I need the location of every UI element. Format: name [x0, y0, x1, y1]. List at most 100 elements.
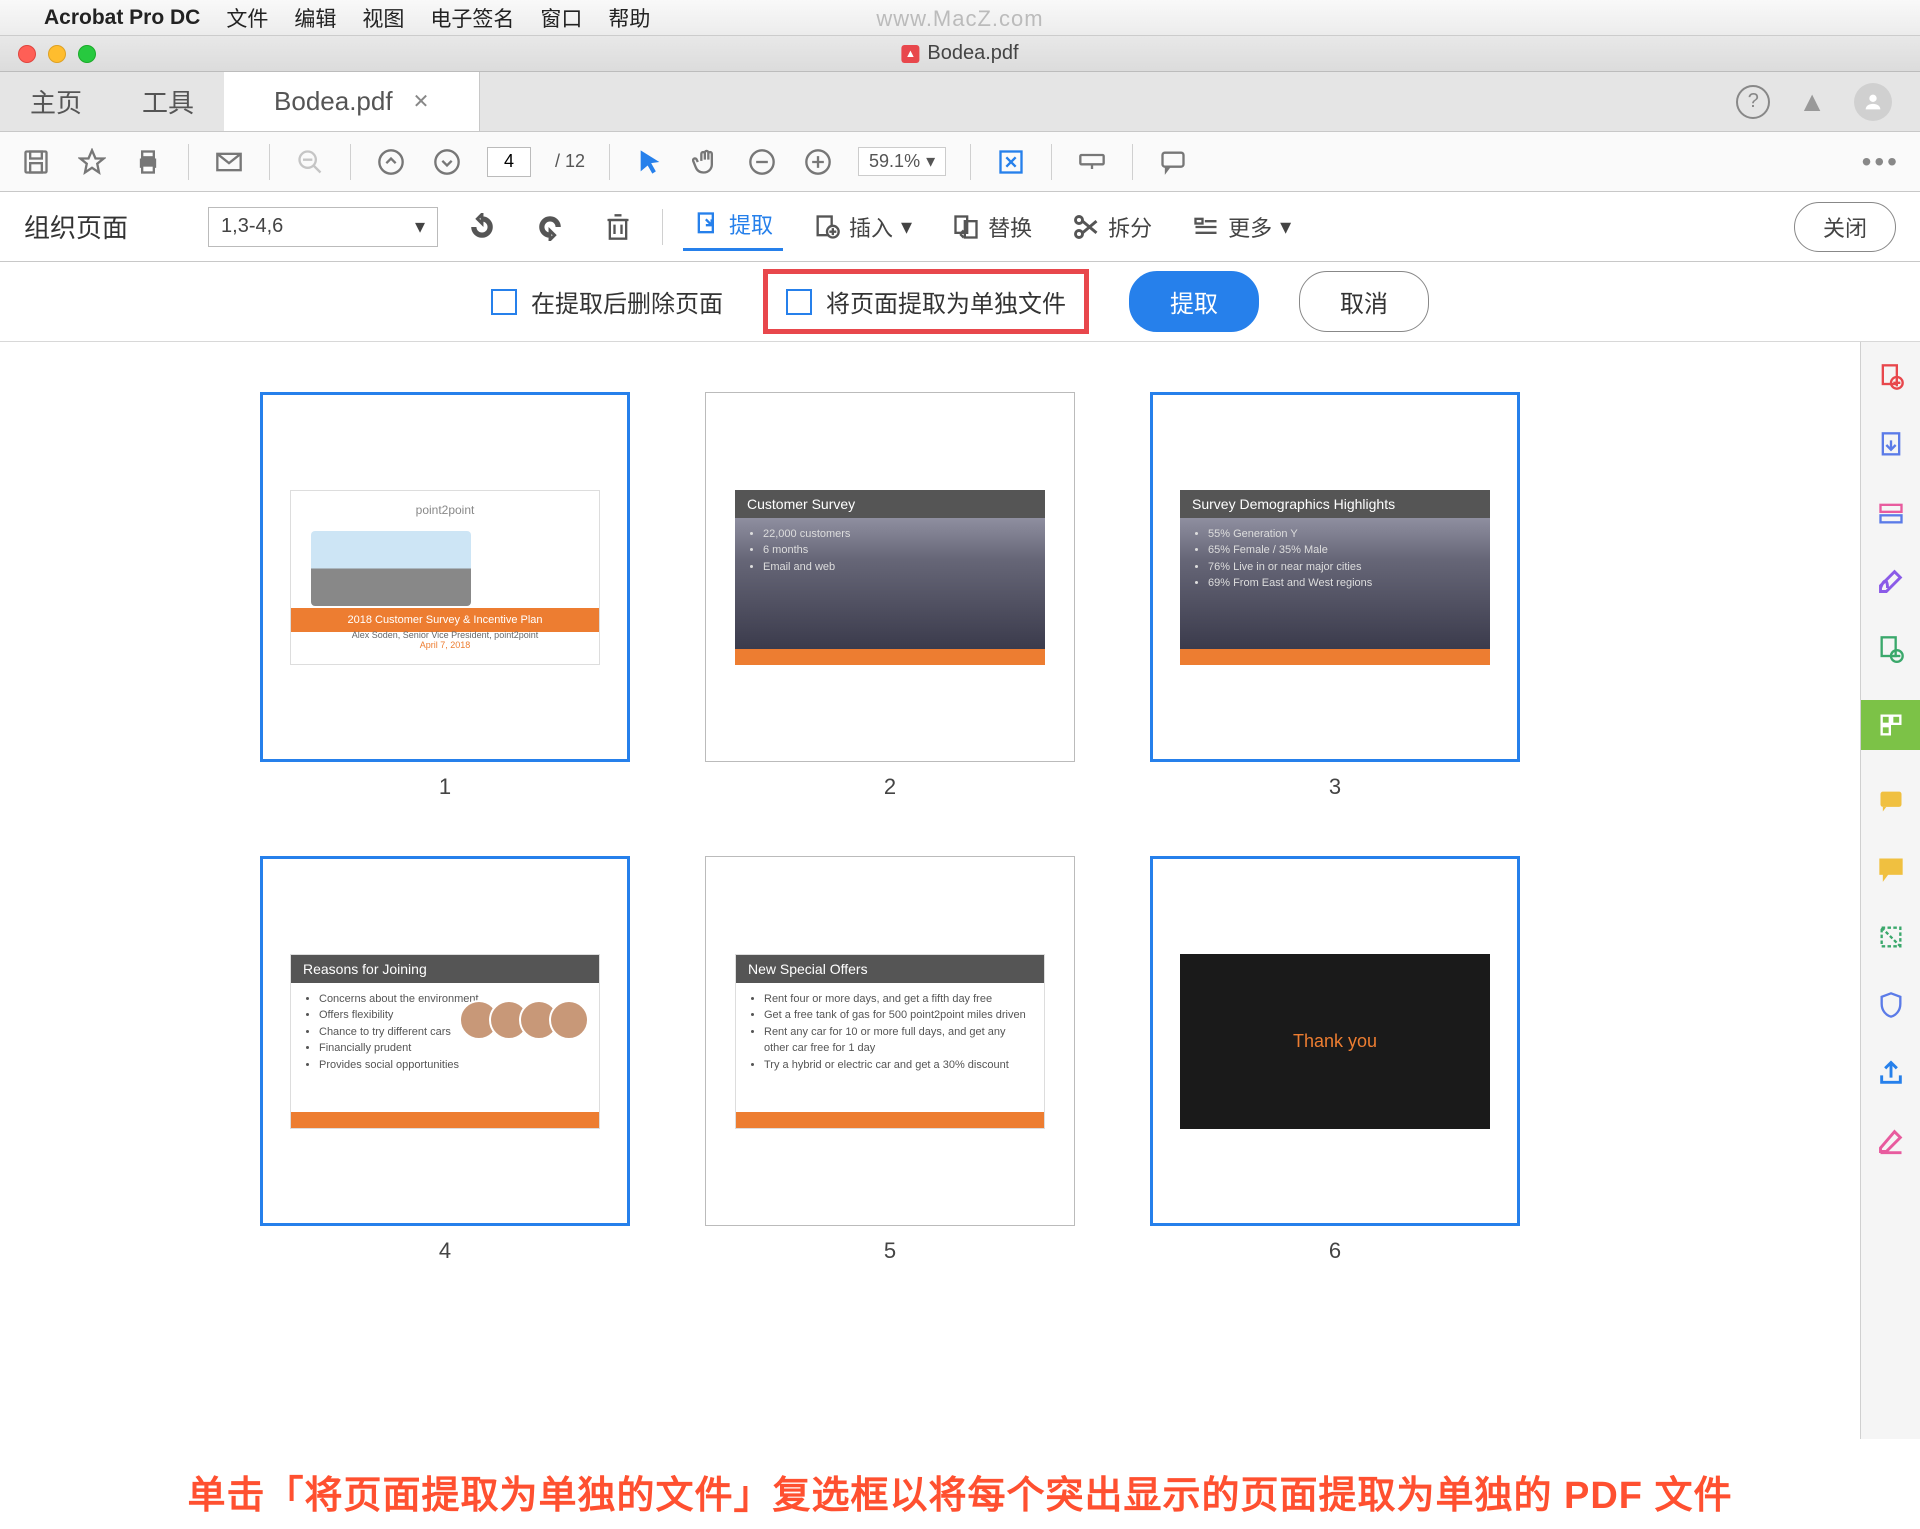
comment-tool-icon[interactable] — [1874, 784, 1908, 818]
menu-help[interactable]: 帮助 — [608, 3, 650, 33]
extract-button[interactable]: 提取 — [683, 202, 783, 251]
window-title-text: ▲ Bodea.pdf — [901, 42, 1018, 65]
star-icon[interactable] — [76, 146, 108, 178]
separator — [1051, 144, 1052, 180]
page-number: 2 — [884, 774, 896, 800]
slide-thankyou: Thank you — [1180, 954, 1490, 1129]
fit-width-icon[interactable] — [995, 146, 1027, 178]
close-panel-button[interactable]: 关闭 — [1794, 202, 1896, 252]
separator — [970, 144, 971, 180]
insert-button[interactable]: 插入▾ — [803, 205, 922, 249]
page-number-input[interactable] — [487, 147, 531, 177]
page-thumbnail-6[interactable]: Thank you — [1150, 856, 1520, 1226]
separator — [662, 209, 663, 245]
split-button[interactable]: 拆分 — [1062, 205, 1162, 249]
page-down-icon[interactable] — [431, 146, 463, 178]
replace-button[interactable]: 替换 — [942, 205, 1042, 249]
page-number: 4 — [439, 1238, 451, 1264]
share-icon[interactable] — [1874, 1056, 1908, 1090]
print-production-icon[interactable] — [1874, 920, 1908, 954]
email-icon[interactable] — [213, 146, 245, 178]
edit-pdf-icon[interactable] — [1874, 496, 1908, 530]
menu-edit[interactable]: 编辑 — [294, 3, 336, 33]
delete-after-extract-option[interactable]: 在提取后删除页面 — [491, 284, 723, 319]
separator — [188, 144, 189, 180]
slide-image — [469, 1000, 589, 1040]
help-icon[interactable]: ? — [1736, 85, 1770, 119]
select-tool-icon[interactable] — [634, 146, 666, 178]
notifications-icon[interactable]: ▲ — [1798, 86, 1826, 118]
separator — [609, 144, 610, 180]
cancel-button[interactable]: 取消 — [1299, 271, 1429, 332]
combine-icon[interactable] — [1874, 632, 1908, 666]
separator — [1132, 144, 1133, 180]
extract-separate-files-option[interactable]: 将页面提取为单独文件 — [786, 284, 1066, 319]
right-tools-sidebar — [1860, 342, 1920, 1439]
keyboard-icon[interactable] — [1076, 146, 1108, 178]
slide-logo: point2point — [291, 491, 599, 517]
rotate-cw-button[interactable] — [526, 207, 574, 247]
checkbox-icon[interactable] — [491, 289, 517, 315]
zoom-in-icon[interactable] — [802, 146, 834, 178]
export-pdf-icon[interactable] — [1874, 428, 1908, 462]
traffic-lights — [0, 45, 96, 63]
menu-view[interactable]: 视图 — [362, 3, 404, 33]
rotate-ccw-button[interactable] — [458, 207, 506, 247]
protect-icon[interactable] — [1874, 988, 1908, 1022]
print-icon[interactable] — [132, 146, 164, 178]
page-thumbnail-2[interactable]: Customer Survey 22,000 customers6 months… — [705, 392, 1075, 762]
zoom-level-dropdown[interactable]: 59.1% ▾ — [858, 147, 946, 176]
menubar-appname[interactable]: Acrobat Pro DC — [44, 6, 200, 30]
checkbox-icon[interactable] — [786, 289, 812, 315]
hand-tool-icon[interactable] — [690, 146, 722, 178]
redact-icon[interactable] — [1874, 1124, 1908, 1158]
menu-window[interactable]: 窗口 — [540, 3, 582, 33]
zoom-out-search-icon[interactable] — [294, 146, 326, 178]
tab-tools[interactable]: 工具 — [112, 72, 224, 131]
fill-sign-icon[interactable] — [1874, 852, 1908, 886]
sign-icon[interactable] — [1874, 564, 1908, 598]
page-up-icon[interactable] — [375, 146, 407, 178]
page-thumbnail-5[interactable]: New Special Offers Rent four or more day… — [705, 856, 1075, 1226]
comment-icon[interactable] — [1157, 146, 1189, 178]
page-total-label: / 12 — [555, 151, 585, 172]
tab-document[interactable]: Bodea.pdf ✕ — [224, 72, 480, 131]
slide-title: Reasons for Joining — [291, 955, 599, 983]
organize-pages-icon[interactable] — [1861, 700, 1920, 750]
page-range-value: 1,3-4,6 — [221, 215, 283, 238]
tab-close-icon[interactable]: ✕ — [413, 89, 430, 114]
window-close-button[interactable] — [18, 45, 36, 63]
page-number: 5 — [884, 1238, 896, 1264]
separator — [269, 144, 270, 180]
menu-file[interactable]: 文件 — [226, 3, 268, 33]
create-pdf-icon[interactable] — [1874, 360, 1908, 394]
more-button[interactable]: 更多▾ — [1182, 205, 1301, 249]
page-thumbnail-1[interactable]: point2point 2018 Customer Survey & Incen… — [260, 392, 630, 762]
chevron-down-icon: ▾ — [415, 214, 425, 239]
tab-bar: 主页 工具 Bodea.pdf ✕ ? ▲ — [0, 72, 1920, 132]
page-thumbnail-3[interactable]: Survey Demographics Highlights 55% Gener… — [1150, 392, 1520, 762]
slide-title: Survey Demographics Highlights — [1180, 490, 1490, 518]
more-tools-icon[interactable]: ••• — [1862, 146, 1900, 178]
account-avatar-icon[interactable] — [1854, 83, 1892, 121]
tab-home[interactable]: 主页 — [0, 72, 112, 131]
pdf-icon: ▲ — [901, 45, 919, 63]
page-thumbnails-area[interactable]: point2point 2018 Customer Survey & Incen… — [0, 342, 1860, 1439]
delete-after-label: 在提取后删除页面 — [531, 284, 723, 319]
extract-options-bar: 在提取后删除页面 将页面提取为单独文件 提取 取消 — [0, 262, 1920, 342]
slide-subtitle: Alex Soden, Senior Vice President, point… — [291, 630, 599, 650]
chevron-down-icon: ▾ — [1280, 214, 1291, 240]
organize-title: 组织页面 — [24, 208, 128, 245]
chevron-down-icon: ▾ — [926, 151, 935, 172]
page-range-select[interactable]: 1,3-4,6 ▾ — [208, 207, 438, 247]
window-zoom-button[interactable] — [78, 45, 96, 63]
save-icon[interactable] — [20, 146, 52, 178]
zoom-out-icon[interactable] — [746, 146, 778, 178]
menu-esign[interactable]: 电子签名 — [430, 3, 514, 33]
instruction-overlay: 单击「将页面提取为单独的文件」复选框以将每个突出显示的页面提取为单独的 PDF … — [0, 1464, 1920, 1519]
extract-confirm-button[interactable]: 提取 — [1129, 271, 1259, 332]
slide-image — [311, 531, 471, 606]
window-minimize-button[interactable] — [48, 45, 66, 63]
delete-button[interactable] — [594, 207, 642, 247]
page-thumbnail-4[interactable]: Reasons for Joining Concerns about the e… — [260, 856, 630, 1226]
